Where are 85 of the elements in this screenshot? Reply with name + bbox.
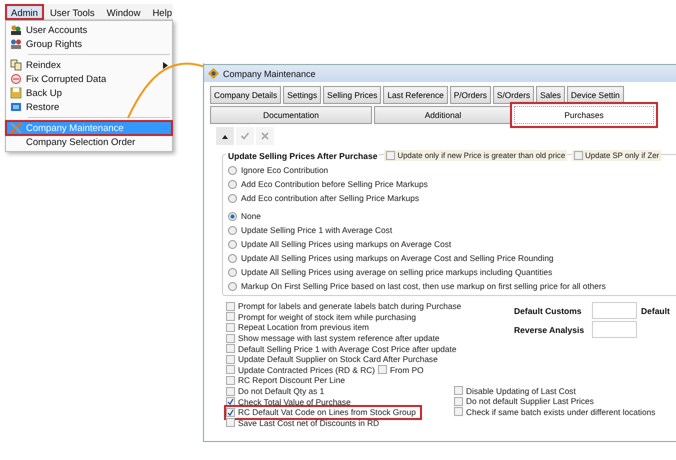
checkbox-label: Do not Default Qty as 1 — [238, 386, 324, 396]
tab[interactable]: P/Orders — [450, 86, 491, 104]
tab[interactable]: Company Details — [210, 86, 282, 104]
checkbox[interactable] — [226, 354, 235, 364]
field-label: Default Customs — [514, 306, 583, 316]
menu-bar-item[interactable]: Help — [146, 4, 178, 20]
tab[interactable]: Settings — [283, 86, 322, 104]
radio-button[interactable] — [228, 254, 237, 262]
radio-button[interactable] — [228, 268, 237, 276]
menu-item[interactable]: Fix Corrupted Data — [6, 72, 172, 86]
checkbox-label: Update Default Supplier on Stock Card After Purchase — [238, 354, 438, 364]
group-title: Update Selling Prices After Purchase — [226, 150, 380, 160]
up-arrow-button[interactable] — [216, 127, 234, 145]
radio-button[interactable] — [228, 194, 237, 202]
checkbox[interactable] — [226, 386, 235, 396]
field-label: Default — [641, 306, 670, 316]
menu-bar-item[interactable]: Admin — [5, 4, 44, 20]
checkbox-label: Save Last Cost net of Discounts in RD — [238, 418, 380, 428]
checkbox-label: Disable Updating of Last Cost — [466, 386, 576, 396]
radio-button[interactable] — [228, 212, 237, 220]
checkbox-label: RC Default Vat Code on Lines from Stock Group — [238, 407, 416, 418]
checkbox[interactable] — [226, 312, 235, 322]
tab[interactable]: Additional — [374, 106, 512, 124]
radio-label: Update Selling Price 1 with Average Cost — [241, 225, 392, 235]
checkbox[interactable] — [454, 407, 463, 416]
checkbox[interactable] — [226, 376, 235, 385]
users-icon — [10, 24, 22, 36]
menu-item[interactable]: User Accounts — [6, 23, 172, 37]
checkbox-label: Check Total Value of Purchase — [238, 396, 351, 407]
checkbox[interactable] — [226, 322, 235, 332]
checkbox-label: Repeat Location from previous item — [238, 322, 369, 332]
tools-icon — [10, 122, 22, 134]
input-field[interactable] — [592, 321, 637, 338]
checkbox-label: Show message with last system reference after update — [238, 333, 440, 344]
radio-label: Update All Selling Prices using markups on Average Cost — [241, 239, 452, 249]
menu-item[interactable]: Group Rights — [6, 37, 172, 51]
checkbox[interactable] — [386, 151, 396, 160]
checkbox[interactable] — [226, 344, 235, 354]
checkbox[interactable] — [226, 408, 235, 417]
tab[interactable]: Selling Prices — [323, 86, 382, 104]
checkbox-label: From PO — [390, 364, 424, 375]
radio-label: Update All Selling Prices using markups on Average Cost and Selling Price Rounding — [241, 253, 554, 263]
checkbox-label: Default Selling Price 1 with Average Cost Price after update — [238, 344, 456, 354]
radio-button[interactable] — [228, 180, 237, 188]
checkbox[interactable] — [454, 396, 463, 406]
menu-bar-item[interactable]: Window — [100, 4, 146, 20]
menu-item[interactable]: Restore — [6, 100, 172, 114]
radio-label: Add Eco contribution after Selling Price Markups — [241, 193, 420, 203]
radio-button[interactable] — [228, 282, 237, 290]
tab[interactable]: Last Reference — [383, 86, 448, 104]
check-icon — [240, 131, 250, 141]
field-label: Reverse Analysis — [514, 324, 586, 334]
checkbox[interactable] — [226, 365, 235, 374]
tab[interactable]: S/Orders — [492, 86, 534, 104]
radio-label: Ignore Eco Contribution — [241, 165, 328, 175]
tab[interactable]: Documentation — [210, 106, 372, 124]
checkbox[interactable] — [574, 151, 584, 160]
input-field[interactable] — [592, 302, 637, 319]
checkbox[interactable] — [378, 365, 387, 374]
window-title: Company Maintenance — [223, 68, 316, 78]
menu-item[interactable]: Back Up — [6, 86, 172, 100]
checkbox-label: Update Contracted Prices (RD & RC) — [238, 364, 375, 375]
checkbox-label: Prompt for weight of stock item while purchasing — [238, 312, 416, 322]
checkbox[interactable] — [226, 302, 235, 311]
close-icon — [260, 131, 270, 141]
radio-label: None — [241, 211, 261, 221]
radio-label: Update All Selling Prices using average on selling price markups including Quantities — [241, 267, 552, 277]
checkbox-label: RC Report Discount Per Line — [238, 375, 345, 386]
radio-label: Markup On First Selling Price based on last cost, then use markup on first selling price for all others — [241, 281, 606, 291]
app-icon — [208, 68, 219, 79]
menu-bar-item[interactable]: User Tools — [44, 4, 101, 20]
checkbox[interactable] — [226, 418, 235, 428]
checkbox[interactable] — [226, 334, 235, 343]
menu-item[interactable]: Reindex — [6, 58, 172, 72]
checkbox-label: Do not default Supplier Last Prices — [466, 396, 594, 406]
pages-icon — [10, 59, 22, 71]
radio-button[interactable] — [228, 240, 237, 248]
checkbox-label: Check if same batch exists under different locations — [466, 406, 656, 417]
menu-item[interactable]: Company Selection Order — [6, 135, 172, 149]
checkbox[interactable] — [454, 386, 463, 396]
radio-button[interactable] — [228, 226, 237, 234]
radio-button[interactable] — [228, 166, 237, 174]
checkbox-label: Prompt for labels and generate labels batch during Purchase — [238, 301, 462, 312]
group-icon — [10, 38, 22, 50]
radio-label: Add Eco Contribution before Selling Price Markups — [241, 179, 428, 189]
